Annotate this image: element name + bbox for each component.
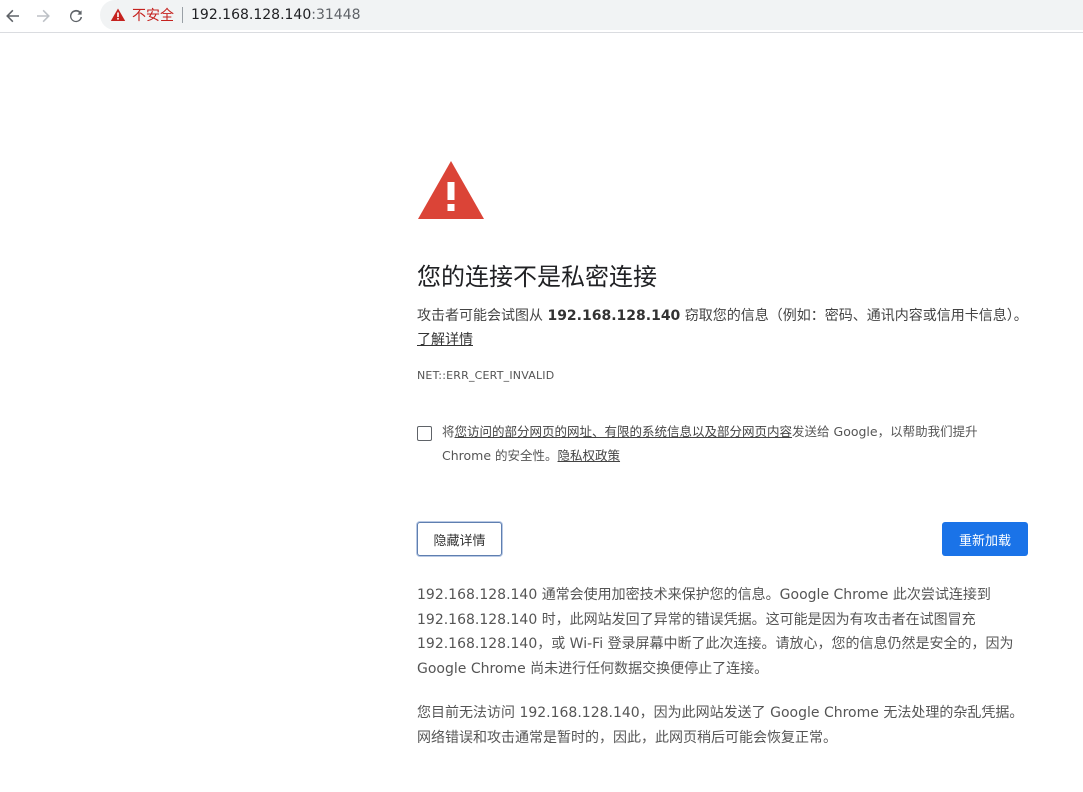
main-message: 攻击者可能会试图从 192.168.128.140 窃取您的信息（例如：密码、通… (417, 304, 1029, 352)
warning-triangle-icon (418, 161, 484, 219)
hide-details-button[interactable]: 隐藏详情 (417, 522, 502, 556)
opt-in-text: 将您访问的部分网页的网址、有限的系统信息以及部分网页内容发送给 Google，以… (442, 420, 1029, 468)
url-port: :31448 (311, 7, 361, 23)
security-status-label[interactable]: 不安全 (132, 5, 174, 25)
address-bar[interactable]: 不安全 192.168.128.140:31448 (100, 0, 1083, 30)
extended-reporting-opt-in: 将您访问的部分网页的网址、有限的系统信息以及部分网页内容发送给 Google，以… (417, 420, 1029, 468)
learn-more-link[interactable]: 了解详情 (417, 332, 473, 348)
error-code: NET::ERR_CERT_INVALID (417, 369, 555, 382)
privacy-policy-link[interactable]: 隐私权政策 (558, 448, 621, 463)
opt-in-info-link[interactable]: 您访问的部分网页的网址、有限的系统信息以及部分网页内容 (455, 424, 793, 439)
page-title: 您的连接不是私密连接 (417, 263, 657, 291)
omnibox-separator (182, 7, 183, 23)
url-host: 192.168.128.140 (191, 7, 312, 23)
message-suffix: 窃取您的信息（例如：密码、通讯内容或信用卡信息）。 (680, 308, 1028, 324)
interstitial-content: 您的连接不是私密连接 攻击者可能会试图从 192.168.128.140 窃取您… (417, 160, 1029, 750)
not-secure-warning-icon[interactable] (110, 7, 126, 23)
details-paragraph-1: 192.168.128.140 通常会使用加密技术来保护您的信息。Google … (417, 587, 1014, 677)
browser-toolbar: 不安全 192.168.128.140:31448 (0, 0, 1083, 33)
reload-button[interactable]: 重新加载 (942, 522, 1028, 556)
button-row: 隐藏详情 重新加载 (417, 522, 1029, 558)
back-arrow-icon[interactable] (0, 3, 26, 29)
url-text[interactable]: 192.168.128.140:31448 (191, 7, 361, 23)
message-host: 192.168.128.140 (547, 308, 681, 324)
details-paragraph-2: 您目前无法访问 192.168.128.140，因为此网站发送了 Google … (417, 705, 1024, 746)
extended-reporting-checkbox[interactable] (417, 426, 432, 441)
opt-in-prefix: 将 (442, 424, 455, 439)
reload-icon[interactable] (63, 3, 89, 29)
message-prefix: 攻击者可能会试图从 (417, 308, 548, 324)
details-section: 192.168.128.140 通常会使用加密技术来保护您的信息。Google … (417, 583, 1029, 750)
forward-arrow-icon[interactable] (30, 3, 56, 29)
